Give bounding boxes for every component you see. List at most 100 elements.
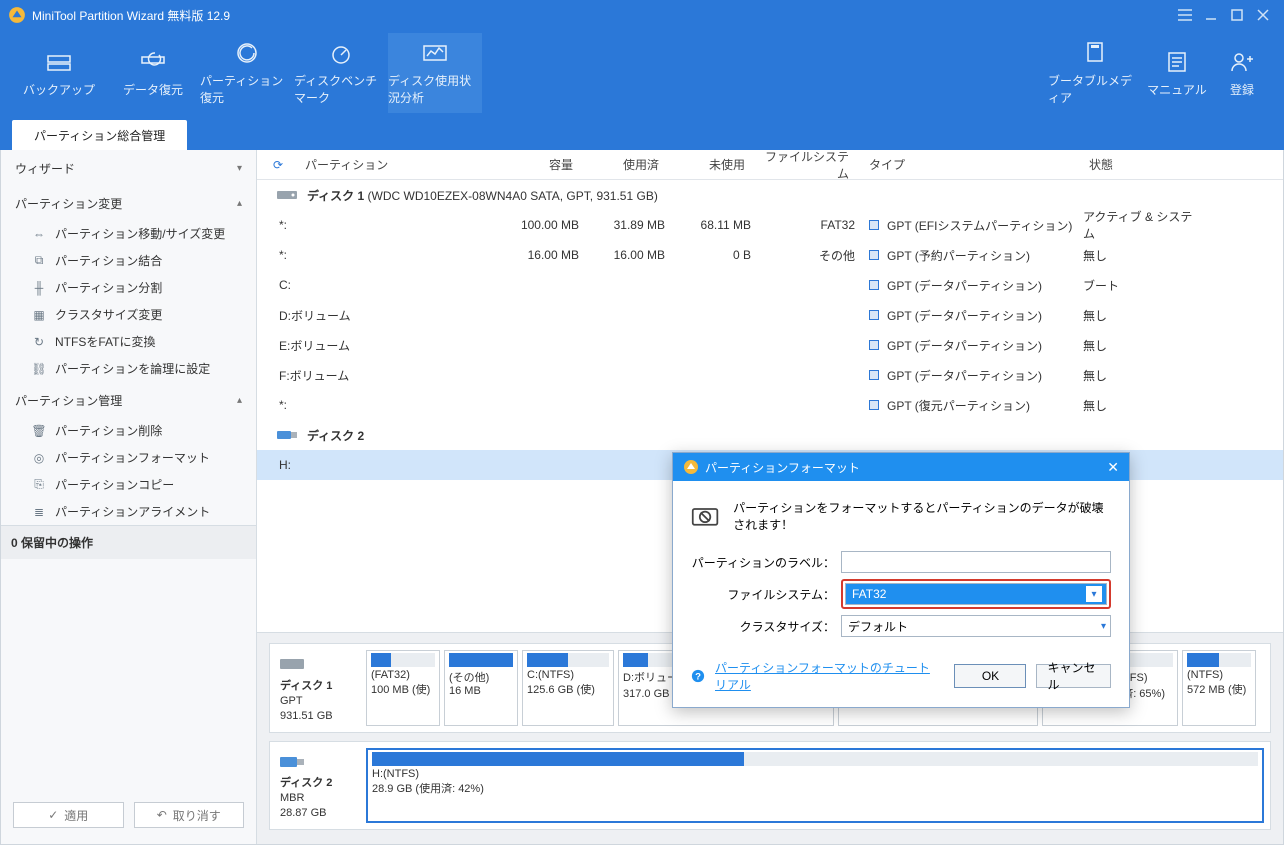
sidebar-item-alignment[interactable]: ≣パーティションアライメント	[1, 498, 256, 525]
dropdown-arrow-icon: ▾	[1101, 621, 1106, 632]
merge-icon: ⧉	[31, 253, 47, 269]
chevron-down-icon: ▾	[237, 163, 242, 174]
hdd-icon	[277, 189, 297, 201]
ribbon-partition-recovery[interactable]: パーティション復元	[200, 33, 294, 113]
sidebar-item-logical[interactable]: ⛓パーティションを論理に設定	[1, 355, 256, 382]
partition-box[interactable]: (FAT32)100 MB (使)	[366, 650, 440, 725]
trash-icon: 🗑	[31, 423, 47, 439]
col-free[interactable]: 未使用	[665, 156, 751, 173]
col-fs[interactable]: ファイルシステム	[751, 150, 855, 182]
table-row[interactable]: *:GPT (復元パーティション)無し	[257, 390, 1283, 420]
undo-button[interactable]: ↶取り消す	[134, 802, 245, 828]
col-status[interactable]: 状態	[1083, 156, 1203, 173]
ok-button[interactable]: OK	[954, 664, 1026, 688]
ribbon-register[interactable]: 登録	[1212, 33, 1272, 113]
ribbon-bootable[interactable]: ブータブルメディア	[1048, 33, 1142, 113]
dialog-titlebar: パーティションフォーマット ✕	[673, 453, 1129, 481]
sidebar-group-wizard[interactable]: ウィザード▾	[1, 150, 256, 185]
check-icon: ✓	[48, 808, 58, 822]
apply-button[interactable]: ✓適用	[13, 802, 124, 828]
partition-box[interactable]: H:(NTFS)28.9 GB (使用済: 42%)	[366, 748, 1264, 823]
sidebar-item-move-resize[interactable]: ⇔パーティション移動/サイズ変更	[1, 220, 256, 247]
ribbon-disk-usage[interactable]: ディスク使用状況分析	[388, 33, 482, 113]
dialog-close-button[interactable]: ✕	[1107, 459, 1119, 476]
pending-ops-header: 0 保留中の操作	[1, 525, 256, 559]
usb-icon	[280, 754, 304, 770]
sidebar-item-format[interactable]: ◎パーティションフォーマット	[1, 444, 256, 471]
tab-partition-mgmt[interactable]: パーティション総合管理	[12, 120, 187, 150]
align-icon: ≣	[31, 504, 47, 520]
disk2-header[interactable]: ディスク 2	[257, 420, 1283, 450]
ribbon-benchmark[interactable]: ディスクベンチマーク	[294, 33, 388, 113]
format-dialog: パーティションフォーマット ✕ パーティションをフォーマットするとパーティション…	[672, 452, 1130, 708]
tutorial-link[interactable]: パーティションフォーマットのチュートリアル	[715, 659, 934, 693]
format-icon: ◎	[31, 450, 47, 466]
col-type[interactable]: タイプ	[855, 156, 1083, 173]
main: ⟳ パーティション 容量 使用済 未使用 ファイルシステム タイプ 状態 ディス…	[257, 150, 1283, 844]
table-row[interactable]: E:ボリュームGPT (データパーティション)無し	[257, 330, 1283, 360]
sidebar-item-cluster[interactable]: ▦クラスタサイズ変更	[1, 301, 256, 328]
col-used[interactable]: 使用済	[579, 156, 665, 173]
sidebar: ウィザード▾ パーティション変更▴ ⇔パーティション移動/サイズ変更 ⧉パーティ…	[1, 150, 257, 844]
maximize-button[interactable]	[1224, 5, 1250, 25]
diskmap-disk2: ディスク 2 MBR 28.87 GB H:(NTFS)28.9 GB (使用済…	[269, 741, 1271, 830]
sidebar-item-merge[interactable]: ⧉パーティション結合	[1, 247, 256, 274]
sidebar-item-delete[interactable]: 🗑パーティション削除	[1, 417, 256, 444]
partition-box[interactable]: C:(NTFS)125.6 GB (使)	[522, 650, 614, 725]
table-row[interactable]: C:GPT (データパーティション)ブート	[257, 270, 1283, 300]
partition-label-input[interactable]	[841, 551, 1111, 573]
cluster-select[interactable]: デフォルト▾	[841, 615, 1111, 637]
cancel-button[interactable]: キャンセル	[1036, 664, 1111, 688]
ribbon-data-recovery[interactable]: データ復元	[106, 33, 200, 113]
undo-icon: ↶	[157, 808, 167, 822]
grid-header: ⟳ パーティション 容量 使用済 未使用 ファイルシステム タイプ 状態	[257, 150, 1283, 180]
table-row[interactable]: *:16.00 MB16.00 MB0 Bその他GPT (予約パーティション)無…	[257, 240, 1283, 270]
sidebar-item-ntfs-fat[interactable]: ↻NTFSをFATに変換	[1, 328, 256, 355]
logical-icon: ⛓	[31, 361, 47, 377]
label-filesystem: ファイルシステム：	[691, 586, 841, 603]
partition-box[interactable]: (その他)16 MB	[444, 650, 518, 725]
ribbon-manual[interactable]: マニュアル	[1142, 33, 1212, 113]
partition-box[interactable]: (NTFS)572 MB (使)	[1182, 650, 1256, 725]
copy-icon: ⎘	[31, 477, 47, 493]
dialog-warning-text: パーティションをフォーマットするとパーティションのデータが破壊されます！	[733, 499, 1111, 533]
split-icon: ╫	[31, 280, 47, 296]
warning-drive-icon	[691, 500, 719, 532]
close-button[interactable]	[1250, 5, 1276, 25]
minimize-button[interactable]	[1198, 5, 1224, 25]
hdd-icon	[280, 656, 304, 672]
col-partition[interactable]: パーティション	[299, 156, 493, 173]
app-window: MiniTool Partition Wizard 無料版 12.9 バックアッ…	[0, 0, 1284, 845]
filesystem-select[interactable]: FAT32▾	[845, 583, 1107, 605]
app-logo-icon	[683, 459, 699, 475]
chevron-up-icon: ▴	[237, 198, 242, 209]
table-row[interactable]: *:100.00 MB31.89 MB68.11 MBFAT32GPT (EFI…	[257, 210, 1283, 240]
dropdown-arrow-icon: ▾	[1086, 586, 1102, 602]
table-row[interactable]: F:ボリュームGPT (データパーティション)無し	[257, 360, 1283, 390]
chevron-up-icon: ▴	[237, 395, 242, 406]
app-title: MiniTool Partition Wizard 無料版 12.9	[32, 7, 230, 24]
help-icon: ?	[691, 668, 705, 684]
ribbon-backup[interactable]: バックアップ	[12, 33, 106, 113]
diskmap-label-1: ディスク 1 GPT 931.51 GB	[276, 650, 360, 725]
table-row[interactable]: D:ボリュームGPT (データパーティション)無し	[257, 300, 1283, 330]
usb-icon	[277, 429, 297, 441]
disk1-header[interactable]: ディスク 1 (WDC WD10EZEX-08WN4A0 SATA, GPT, …	[257, 180, 1283, 210]
sidebar-group-manage[interactable]: パーティション管理▴	[1, 382, 256, 417]
refresh-icon[interactable]: ⟳	[257, 158, 299, 172]
resize-icon: ⇔	[31, 226, 47, 242]
sidebar-item-copy[interactable]: ⎘パーティションコピー	[1, 471, 256, 498]
app-logo-icon	[8, 6, 26, 24]
menu-icon[interactable]	[1172, 5, 1198, 25]
body: ウィザード▾ パーティション変更▴ ⇔パーティション移動/サイズ変更 ⧉パーティ…	[0, 150, 1284, 845]
cluster-icon: ▦	[31, 307, 47, 323]
label-partition-label: パーティションのラベル：	[691, 554, 841, 571]
sidebar-group-change[interactable]: パーティション変更▴	[1, 185, 256, 220]
col-capacity[interactable]: 容量	[493, 156, 579, 173]
svg-text:?: ?	[695, 672, 701, 683]
sidebar-item-split[interactable]: ╫パーティション分割	[1, 274, 256, 301]
ribbon: バックアップ データ復元 パーティション復元 ディスクベンチマーク ディスク使用…	[0, 30, 1284, 116]
titlebar: MiniTool Partition Wizard 無料版 12.9	[0, 0, 1284, 30]
diskmap-label-2: ディスク 2 MBR 28.87 GB	[276, 748, 360, 823]
convert-icon: ↻	[31, 334, 47, 350]
